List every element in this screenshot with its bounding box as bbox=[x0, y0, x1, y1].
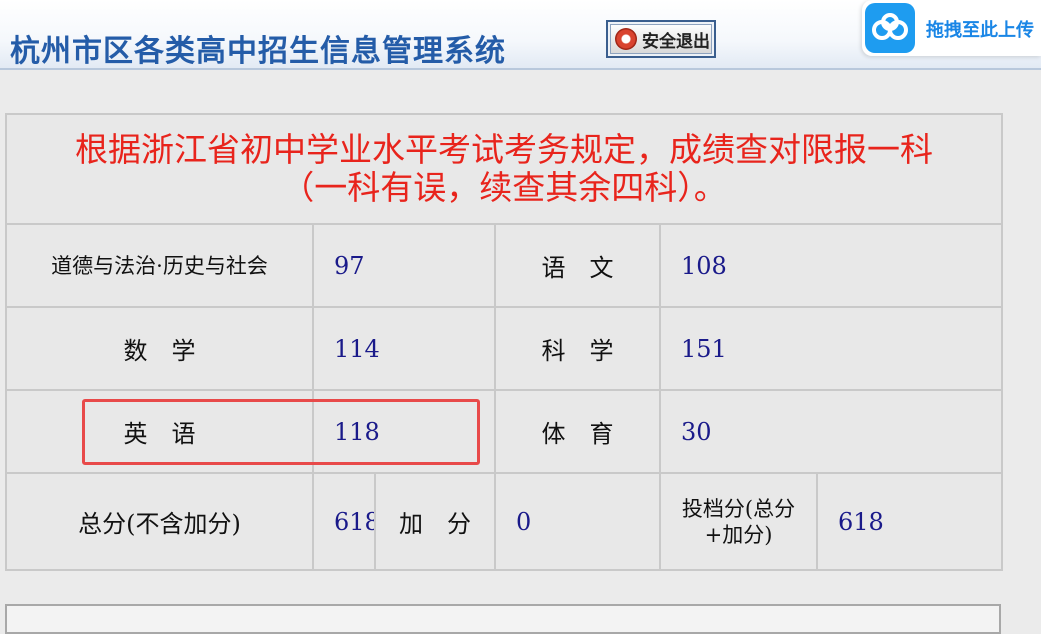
subject-label-english: 英 语 bbox=[5, 389, 314, 474]
logout-label: 安全退出 bbox=[642, 31, 710, 52]
filing-score-value: 618 bbox=[815, 472, 1004, 571]
subject-label-chinese: 语 文 bbox=[494, 223, 661, 308]
bonus-label: 加 分 bbox=[374, 472, 496, 571]
score-value-morality: 97 bbox=[312, 223, 496, 308]
total-label: 总分(不含加分) bbox=[5, 472, 314, 571]
notice-cell: 根据浙江省初中学业水平考试考务规定，成绩查对限报一科 （一科有误，续查其余四科）… bbox=[4, 113, 1004, 225]
filing-score-label: 投档分(总分+加分) bbox=[659, 472, 818, 571]
subject-label-morality: 道德与法治·历史与社会 bbox=[5, 223, 314, 308]
table-row: 道德与法治·历史与社会 97 语 文 108 bbox=[5, 223, 1004, 308]
subject-label-morality-text: 道德与法治·历史与社会 bbox=[51, 253, 268, 278]
score-value-english: 118 bbox=[312, 389, 496, 474]
score-table: 根据浙江省初中学业水平考试考务规定，成绩查对限报一科 （一科有误，续查其余四科）… bbox=[4, 113, 1004, 571]
score-value-pe: 30 bbox=[658, 389, 1004, 474]
notice-line-1: 根据浙江省初中学业水平考试考务规定，成绩查对限报一科 bbox=[75, 130, 934, 169]
bonus-value: 0 bbox=[494, 472, 661, 571]
upload-dropzone[interactable]: 拖拽至此上传 bbox=[862, 0, 1041, 56]
total-value: 618 bbox=[312, 472, 376, 571]
score-value-math: 114 bbox=[312, 306, 496, 391]
filing-score-label-text: 投档分(总分+加分) bbox=[681, 496, 796, 547]
subject-label-science: 科 学 bbox=[494, 306, 661, 391]
table-row: 总分(不含加分) 618 加 分 0 投档分(总分+加分) 618 bbox=[5, 472, 1004, 571]
power-icon bbox=[615, 28, 637, 50]
upload-label: 拖拽至此上传 bbox=[926, 20, 1034, 41]
cloud-icon bbox=[865, 3, 915, 53]
score-value-science: 151 bbox=[658, 306, 1004, 391]
subject-label-pe: 体 育 bbox=[494, 389, 661, 474]
subject-label-math: 数 学 bbox=[5, 306, 314, 391]
table-row: 数 学 114 科 学 151 bbox=[5, 306, 1004, 391]
page-header: 杭州市区各类高中招生信息管理系统 安全退出 拖拽至此上传 bbox=[0, 0, 1041, 70]
notice-line-2: （一科有误，续查其余四科）。 bbox=[281, 168, 727, 207]
logout-button-face[interactable]: 安全退出 bbox=[610, 24, 712, 54]
score-value-chinese: 108 bbox=[658, 223, 1004, 308]
bottom-panel bbox=[5, 604, 1001, 634]
system-title: 杭州市区各类高中招生信息管理系统 bbox=[10, 34, 506, 69]
table-row: 英 语 118 体 育 30 bbox=[5, 389, 1004, 474]
logout-button[interactable]: 安全退出 bbox=[606, 20, 716, 58]
